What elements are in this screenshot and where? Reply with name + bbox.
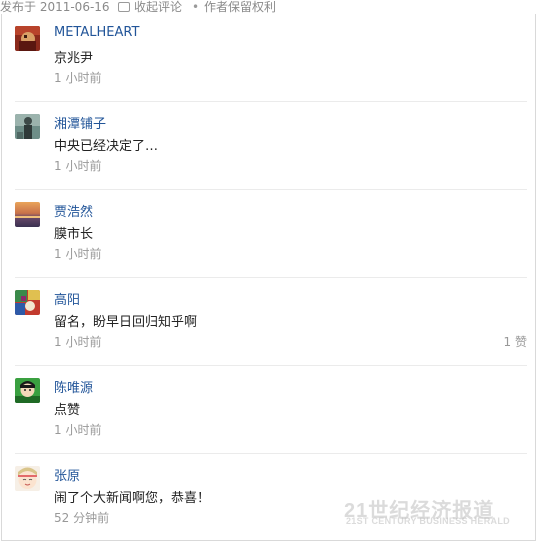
- like-count-button[interactable]: 1 赞: [504, 333, 527, 350]
- avatar-sunset-icon: [15, 202, 40, 227]
- comment-time: 1 小时前: [54, 247, 102, 261]
- comment-time: 52 分钟前: [54, 511, 110, 525]
- comment-time: 1 小时前: [54, 335, 102, 349]
- collapse-comments-link[interactable]: 收起评论: [118, 0, 182, 14]
- comment-item: METALHEART 京兆尹 1 小时前: [15, 14, 527, 102]
- avatar[interactable]: [15, 466, 40, 491]
- collapse-comments-label: 收起评论: [134, 0, 183, 14]
- avatar-cartoon-face-icon: [15, 466, 40, 491]
- comment-author-link[interactable]: 高阳: [54, 289, 80, 308]
- publish-date: 发布于 2011-06-16: [0, 0, 110, 14]
- avatar[interactable]: [15, 26, 40, 51]
- avatar-cartoon-green-icon: [15, 378, 40, 403]
- copyright-notice: 作者保留权利: [204, 0, 277, 14]
- comment-time: 1 小时前: [54, 71, 102, 85]
- comment-text: 膜市长: [54, 227, 94, 242]
- avatar-figure-teal-icon: [15, 114, 40, 139]
- comment-item: 张原 闹了个大新闻啊您，恭喜！ 52 分钟前: [15, 454, 527, 542]
- comment-author-link[interactable]: METALHEART: [54, 25, 139, 40]
- comment-text: 点赞: [54, 403, 81, 418]
- comment-item: 陈唯源 点赞 1 小时前: [15, 366, 527, 454]
- comment-text: 闹了个大新闻啊您，恭喜！: [54, 491, 211, 506]
- avatar-red-abstract-icon: [15, 26, 40, 51]
- comment-item: 贾浩然 膜市长 1 小时前: [15, 190, 527, 278]
- comment-text: 京兆尹: [54, 51, 94, 66]
- comment-item: 湘潭铺子 中央已经决定了… 1 小时前: [15, 102, 527, 190]
- comment-bubble-icon: [118, 2, 130, 12]
- comment-time: 1 小时前: [54, 159, 102, 173]
- comment-author-link[interactable]: 贾浩然: [54, 201, 93, 220]
- comment-text: 留名，盼早日回归知乎啊: [54, 315, 198, 330]
- comment-author-link[interactable]: 张原: [54, 465, 80, 484]
- avatar[interactable]: [15, 290, 40, 315]
- avatar[interactable]: [15, 202, 40, 227]
- comment-author-link[interactable]: 陈唯源: [54, 377, 93, 396]
- comment-author-link[interactable]: 湘潭铺子: [54, 113, 106, 132]
- comment-text: 中央已经决定了…: [54, 139, 159, 154]
- avatar[interactable]: [15, 114, 40, 139]
- comment-time: 1 小时前: [54, 423, 102, 437]
- comment-item: 高阳 留名，盼早日回归知乎啊 1 小时前 1 赞: [15, 278, 527, 366]
- avatar-colorful-icon: [15, 290, 40, 315]
- comments-panel: METALHEART 京兆尹 1 小时前 湘潭铺子 中央已经决定了… 1 小时前: [1, 14, 536, 541]
- meta-separator: •: [192, 0, 200, 14]
- avatar[interactable]: [15, 378, 40, 403]
